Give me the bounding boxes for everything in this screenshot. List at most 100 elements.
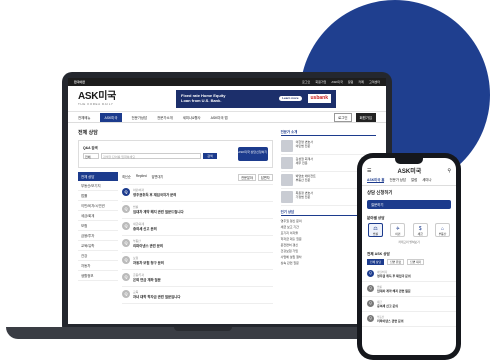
post-title[interactable]: 은퇴 연금 계좌 질문 — [133, 277, 273, 282]
phone-ask-button[interactable]: 질문하기 — [367, 200, 451, 209]
search-input[interactable]: 검색할 단어를 입력하세요 — [101, 153, 201, 159]
phone-tab[interactable]: 칼럼 — [411, 177, 417, 183]
expert-info: 박영호 에이전트 부동산 전문 — [296, 174, 316, 186]
list-filters: 최신순 Replied 답변대기 전문분야 답변자 — [122, 172, 273, 185]
search-button[interactable]: 검색 — [203, 153, 217, 159]
topbar-link[interactable]: 칼럼 — [348, 80, 354, 84]
search-icon[interactable]: ⚲ — [447, 168, 451, 174]
nav-item[interactable]: ASK미국 앱 — [211, 115, 228, 120]
category-item[interactable]: 교육/유학 — [78, 241, 118, 251]
phone-category-icons: ⚖ 법률 ✈ 이민 $ 세금 ⌂ 부동산 — [362, 223, 456, 237]
category-tile[interactable]: ⌂ 부동산 — [434, 223, 450, 237]
banner-ad[interactable]: Fixed rate Home Equity Loan from U.S. Ba… — [176, 89, 337, 108]
category-item[interactable]: 법률 — [78, 191, 118, 201]
topbar-link[interactable]: 카페 — [358, 80, 364, 84]
phone-tab[interactable]: 전문가 상담 — [389, 177, 406, 183]
post-row[interactable]: Q 이민/비자 영주권취득 후 재입국허가 문의 — [122, 185, 273, 202]
category-item[interactable]: 생활정보 — [78, 271, 118, 281]
phone-post-text: 이민/비자 영주권 취득 후 재입국 문의 — [377, 270, 411, 278]
phone-post-title[interactable]: 리파이낸스 관련 문의 — [377, 319, 404, 323]
category-sidebar: 전체 상담 부동산/모기지 법률 이민/비자/시민권 세금/회계 보험 금융/투… — [78, 172, 118, 304]
nav-item[interactable]: 전문가상담 — [132, 115, 148, 120]
category-tile[interactable]: ⚖ 법률 — [368, 223, 383, 237]
login-button[interactable]: 로그인 — [334, 112, 352, 122]
answerer-select[interactable]: 답변자 — [257, 174, 273, 181]
post-text: 금융/투자 은퇴 연금 계좌 질문 — [133, 273, 273, 283]
experts-title: 전문가 소개 — [280, 129, 376, 136]
category-header[interactable]: 전체 상담 — [78, 172, 118, 181]
post-row[interactable]: Q 부동산 리파이낸스 관련 문의 — [122, 236, 273, 253]
category-tile-label: 법률 — [372, 232, 379, 236]
site-logo[interactable]: ASK미국 THE KOREA DAILY — [78, 91, 116, 106]
site-header: ASK미국 THE KOREA DAILY Fixed rate Home Eq… — [68, 86, 386, 112]
phone-tab[interactable]: 세미나 — [422, 177, 431, 183]
category-item[interactable]: 건강 — [78, 251, 118, 261]
post-title[interactable]: 영주권취득 후 재입국허가 문의 — [133, 192, 273, 197]
category-tile[interactable]: ✈ 이민 — [390, 223, 406, 237]
nav-item[interactable]: 전체메뉴 — [78, 115, 90, 120]
category-item[interactable]: 보험 — [78, 221, 118, 231]
expert-photo — [280, 157, 293, 169]
phone-tab-active[interactable]: ASK미국 홈 — [367, 177, 385, 183]
phone-logo[interactable]: ASK미국 — [398, 166, 422, 175]
phone-post-row[interactable]: Q 부동산 리파이낸스 관련 문의 — [362, 312, 456, 327]
post-title[interactable]: 리파이낸스 관련 문의 — [133, 243, 273, 248]
filter-radio[interactable]: 최신순 — [122, 174, 131, 181]
post-title[interactable]: 자동차 보험 청구 문의 — [133, 260, 273, 265]
qa-search-box: Q&A 검색 전체 검색할 단어를 입력하세요 검색 ASK미국 상담신청하기 — [78, 140, 273, 168]
category-item[interactable]: 이민/비자/시민권 — [78, 201, 118, 211]
phone-list-tab[interactable]: 답변 완료 — [387, 259, 405, 265]
post-list: 최신순 Replied 답변대기 전문분야 답변자 Q 이민/비자 영주권취득 … — [122, 172, 273, 304]
post-row[interactable]: Q 금융/투자 은퇴 연금 계좌 질문 — [122, 270, 273, 287]
top-bar: 한국어판 로그인 회원가입 ASK미국 칼럼 카페 고객센터 — [68, 78, 386, 86]
post-row[interactable]: Q 법률 임대차 계약 해지 관련 질문드립니다 — [122, 202, 273, 219]
phone-list-tab[interactable]: 답변 대기 — [407, 259, 425, 265]
nav-item[interactable]: 전문가소개 — [157, 115, 173, 120]
phone-post-row[interactable]: Q 법률 임대차 계약 해지 관련 질문 — [362, 282, 456, 297]
phone-tabs: ASK미국 홈 전문가 상담 칼럼 세미나 — [362, 175, 456, 186]
topbar-lang[interactable]: 한국어판 — [74, 80, 85, 84]
stage: 한국어판 로그인 회원가입 ASK미국 칼럼 카페 고객센터 ASK미국 THE… — [0, 0, 492, 362]
post-title[interactable]: 임대차 계약 해지 관련 질문드립니다 — [133, 209, 273, 214]
menu-icon[interactable]: ☰ — [367, 168, 371, 174]
expert-info: 이한영 변호사 이민법 전문 — [296, 140, 313, 152]
field-select[interactable]: 전문분야 — [238, 174, 256, 181]
phone-list-tab-active[interactable]: 전체 상담 — [367, 259, 385, 265]
nav-item-active[interactable]: ASK미국 — [100, 112, 122, 122]
phone-post-title[interactable]: 임대차 계약 해지 관련 질문 — [377, 289, 411, 293]
category-item[interactable]: 자동차 — [78, 261, 118, 271]
filter-radio[interactable]: Replied — [136, 174, 147, 181]
post-row[interactable]: Q 보험 자동차 보험 청구 문의 — [122, 253, 273, 270]
phone-post-text: 부동산 리파이낸스 관련 문의 — [377, 315, 404, 323]
filter-radio[interactable]: 답변대기 — [152, 174, 164, 181]
ad-learn-more-button[interactable]: Learn more — [279, 95, 302, 102]
post-text: 교육 자녀 대학 학자금 관련 질문입니다 — [133, 290, 273, 300]
category-item[interactable]: 부동산/모기지 — [78, 181, 118, 191]
topbar-link[interactable]: 로그인 — [302, 80, 310, 84]
expert-card[interactable]: 이한영 변호사 이민법 전문 — [280, 138, 376, 155]
nav-item[interactable]: 세미나&행사 — [183, 115, 201, 120]
phone-post-title[interactable]: 영주권 취득 후 재입국 문의 — [377, 274, 411, 278]
nav-auth: 로그인 회원가입 — [334, 112, 376, 122]
category-tile[interactable]: $ 세금 — [412, 223, 428, 237]
expert-info: 최윤정 변호사 가정법 전문 — [296, 191, 313, 203]
main-column: 전체 상담 Q&A 검색 전체 검색할 단어를 입력하세요 검색 ASK미국 상… — [78, 129, 273, 304]
topbar-link[interactable]: 회원가입 — [315, 80, 326, 84]
category-item[interactable]: 금융/투자 — [78, 231, 118, 241]
post-row[interactable]: Q 세금/회계 증여세 신고 문의 — [122, 219, 273, 236]
signup-button[interactable]: 회원가입 — [355, 112, 376, 122]
category-item[interactable]: 세금/회계 — [78, 211, 118, 221]
post-title[interactable]: 증여세 신고 문의 — [133, 226, 273, 231]
category-select[interactable]: 전체 — [83, 153, 99, 159]
post-row[interactable]: Q 교육 자녀 대학 학자금 관련 질문입니다 — [122, 287, 273, 304]
ad-line: Loan from U.S. Bank. — [181, 97, 222, 103]
phone-post-row[interactable]: Q 이민/비자 영주권 취득 후 재입국 문의 — [362, 267, 456, 282]
expand-categories-link[interactable]: 카테고리 펼쳐보기 — [362, 237, 456, 247]
topbar-link[interactable]: ASK미국 — [331, 80, 343, 84]
phone-post-row[interactable]: Q 세금 증여세 신고 문의 — [362, 297, 456, 312]
phone-list-tabs: 전체 상담 답변 완료 답변 대기 — [362, 259, 456, 267]
ask-question-button[interactable]: ASK미국 상담신청하기 — [237, 147, 268, 161]
topbar-link[interactable]: 고객센터 — [369, 80, 380, 84]
phone-post-title[interactable]: 증여세 신고 문의 — [377, 304, 398, 308]
post-title[interactable]: 자녀 대학 학자금 관련 질문입니다 — [133, 294, 273, 299]
